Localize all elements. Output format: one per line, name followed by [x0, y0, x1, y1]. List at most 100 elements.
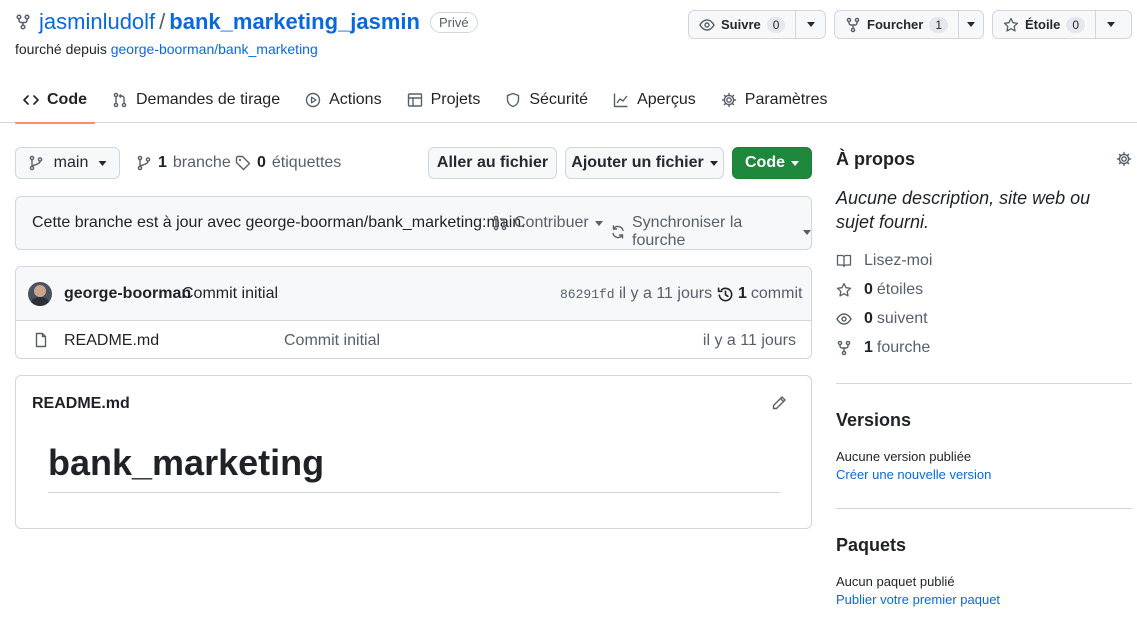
- tab-actions[interactable]: Actions: [297, 76, 389, 123]
- avatar[interactable]: [28, 282, 52, 306]
- file-name[interactable]: README.md: [64, 332, 159, 350]
- pencil-icon[interactable]: [771, 395, 787, 411]
- branch-selector[interactable]: main: [15, 147, 120, 179]
- repo-link[interactable]: bank_marketing_jasmin: [169, 9, 420, 35]
- sync-status-text: Cette branche est à jour avec george-boo…: [32, 214, 526, 231]
- create-release-link[interactable]: Créer une nouvelle version: [836, 467, 991, 482]
- fork-dropdown[interactable]: [959, 11, 983, 38]
- commit-message[interactable]: Commit initial: [182, 285, 278, 303]
- sidebar-divider: [836, 383, 1132, 384]
- history-icon: [717, 286, 734, 303]
- readme-link-label: Lisez-moi: [864, 252, 933, 269]
- packages-title[interactable]: Paquets: [836, 535, 906, 556]
- tags-label: étiquettes: [271, 154, 342, 171]
- table-icon: [407, 92, 423, 108]
- repo-header: jasminludolf / bank_marketing_jasmin Pri…: [0, 0, 1137, 124]
- gear-icon: [721, 92, 737, 108]
- fork-button[interactable]: Fourcher 1: [835, 11, 960, 38]
- eye-icon: [699, 17, 715, 33]
- tab-pull-requests[interactable]: Demandes de tirage: [104, 76, 288, 123]
- graph-icon: [613, 92, 629, 108]
- commit-author[interactable]: george-boorman: [64, 285, 191, 303]
- tab-label: Projets: [430, 90, 481, 108]
- stars-label: étoiles: [876, 281, 924, 298]
- watchers-count: 0: [864, 310, 873, 327]
- star-button[interactable]: Étoile 0: [993, 11, 1097, 38]
- gear-icon[interactable]: [1116, 151, 1132, 167]
- goto-file-label: Aller au fichier: [436, 154, 549, 171]
- eye-icon: [836, 311, 852, 327]
- fork-label: Fourcher: [867, 17, 924, 32]
- tab-projects[interactable]: Projets: [399, 76, 489, 123]
- tab-label: Sécurité: [529, 90, 589, 108]
- commit-age: il y a 11 jours: [619, 285, 713, 302]
- star-count: 0: [1066, 16, 1086, 33]
- file-row[interactable]: README.md Commit initial il y a 11 jours: [16, 321, 811, 359]
- tab-security[interactable]: Sécurité: [497, 76, 596, 123]
- file-age: il y a 11 jours: [702, 332, 796, 349]
- contribute-label: Contribuer: [514, 214, 589, 231]
- about-title: À propos: [836, 149, 915, 169]
- readme-panel: README.md bank_marketing: [15, 375, 812, 529]
- forks-label: fourche: [876, 339, 931, 356]
- file-commit-message[interactable]: Commit initial: [284, 332, 380, 350]
- repo-icon: [15, 14, 31, 30]
- star-dropdown[interactable]: [1096, 11, 1126, 38]
- branches-count: 1: [158, 154, 167, 171]
- star-label: Étoile: [1025, 17, 1061, 32]
- watch-button[interactable]: Suivre 0: [689, 11, 797, 38]
- stars-link[interactable]: 0 étoiles: [836, 281, 923, 299]
- readme-filename[interactable]: README.md: [32, 395, 130, 413]
- shield-icon: [505, 92, 521, 108]
- latest-commit-row: george-boorman Commit initial 86291fd il…: [16, 267, 811, 321]
- caret-down-icon: [709, 160, 718, 166]
- tab-label: Demandes de tirage: [136, 90, 281, 108]
- commits-label: commit: [750, 285, 803, 302]
- add-file-button[interactable]: Ajouter un fichier: [565, 147, 724, 179]
- fork-count: 1: [929, 16, 949, 33]
- publish-package-link[interactable]: Publier votre premier paquet: [836, 592, 1000, 607]
- packages-empty: Aucun paquet publié: [836, 574, 955, 589]
- tags-link[interactable]: 0 étiquettes: [235, 152, 341, 174]
- readme-link[interactable]: Lisez-moi: [836, 252, 932, 270]
- pull-request-icon: [492, 215, 508, 231]
- tab-settings[interactable]: Paramètres: [713, 76, 836, 123]
- visibility-badge: Privé: [429, 11, 478, 33]
- tab-insights[interactable]: Aperçus: [605, 76, 704, 123]
- owner-link[interactable]: jasminludolf: [39, 9, 155, 35]
- book-icon: [836, 253, 852, 269]
- code-button[interactable]: Code: [732, 147, 812, 179]
- forks-link[interactable]: 1 fourche: [836, 339, 930, 357]
- caret-down-icon: [803, 229, 811, 235]
- repo-tabs: Code Demandes de tirage Actions Projets …: [15, 76, 844, 124]
- commit-history-link[interactable]: 1 commit: [717, 285, 802, 303]
- branch-name: main: [53, 154, 89, 171]
- about-description: Aucune description, site web ou sujet fo…: [836, 188, 1091, 232]
- add-file-label: Ajouter un fichier: [571, 154, 704, 171]
- watch-label: Suivre: [721, 17, 761, 32]
- star-icon: [1003, 17, 1019, 33]
- caret-down-icon: [594, 220, 603, 226]
- watchers-link[interactable]: 0 suivent: [836, 310, 928, 328]
- commit-sha[interactable]: 86291fd: [560, 287, 615, 302]
- caret-down-icon: [98, 160, 107, 166]
- branch-icon: [28, 155, 44, 171]
- releases-title[interactable]: Versions: [836, 410, 911, 431]
- tab-label: Code: [47, 90, 87, 108]
- goto-file-button[interactable]: Aller au fichier: [428, 147, 557, 179]
- sync-fork-button[interactable]: Synchroniser la fourche: [610, 214, 811, 250]
- watchers-label: suivent: [876, 310, 928, 327]
- tag-icon: [235, 155, 251, 171]
- fork-button-group: Fourcher 1: [834, 10, 984, 39]
- readme-heading: bank_marketing: [48, 442, 780, 494]
- code-button-label: Code: [745, 154, 785, 171]
- sync-fork-label: Synchroniser la fourche: [632, 214, 743, 249]
- caret-down-icon: [806, 22, 815, 27]
- forked-from-link[interactable]: george-boorman/bank_marketing: [111, 41, 318, 57]
- tab-code[interactable]: Code: [15, 76, 95, 124]
- tags-count: 0: [257, 154, 266, 171]
- contribute-button[interactable]: Contribuer: [492, 214, 603, 232]
- watch-dropdown[interactable]: [796, 11, 825, 38]
- sidebar-divider: [836, 508, 1132, 509]
- branches-link[interactable]: 1 branche: [136, 152, 231, 174]
